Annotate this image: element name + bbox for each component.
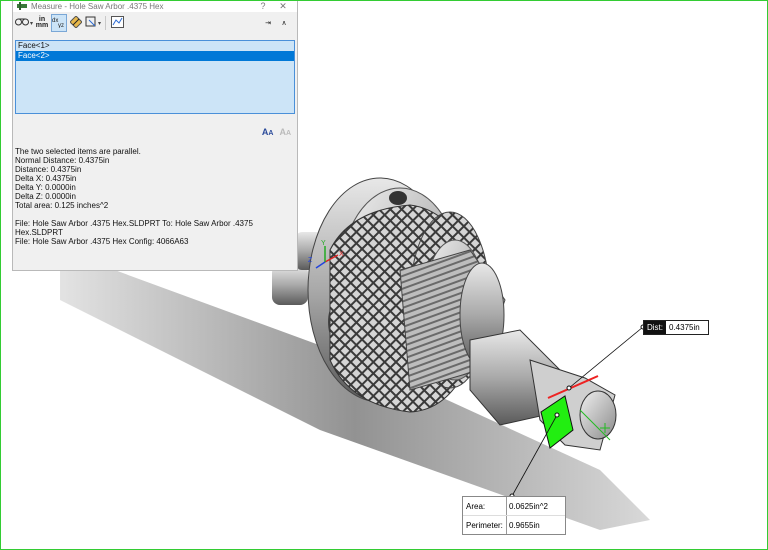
- xyz-delta-button[interactable]: dx yz: [51, 14, 68, 32]
- dist-leader: [568, 326, 644, 389]
- perimeter-value: 0.9655in: [506, 516, 565, 534]
- triad-z-label: Z: [308, 257, 313, 264]
- result-distance: Distance: 0.4375in: [15, 165, 82, 174]
- measure-toolbar: ▾ in mm dx yz ▾ ⇥ ∧: [13, 12, 297, 34]
- history-icon: [110, 16, 124, 30]
- triad-x-label: X: [339, 251, 344, 258]
- dialog-title: Measure - Hole Saw Arbor .4375 Hex: [31, 1, 164, 11]
- arc-mode-icon: [15, 18, 29, 28]
- measure-dialog: Measure - Hole Saw Arbor .4375 Hex ? ✕ ▾…: [12, 0, 298, 271]
- result-normal-distance: Normal Distance: 0.4375in: [15, 156, 110, 165]
- area-label: Area:: [466, 501, 486, 511]
- units-bottom: mm: [35, 22, 49, 29]
- dialog-titlebar[interactable]: Measure - Hole Saw Arbor .4375 Hex ? ✕: [13, 0, 297, 12]
- history-button[interactable]: [110, 15, 124, 31]
- units-button[interactable]: in mm: [35, 15, 49, 31]
- pin-button[interactable]: ⇥: [261, 15, 275, 31]
- selection-item[interactable]: Face<1>: [16, 41, 294, 51]
- font-size-controls: AA AA: [262, 127, 291, 137]
- result-file-line: File: Hole Saw Arbor .4375 Hex.SLDPRT To…: [15, 219, 253, 228]
- point-to-point-icon: [69, 15, 83, 30]
- close-button[interactable]: ✕: [273, 1, 293, 12]
- collapse-button[interactable]: ∧: [277, 15, 291, 31]
- projection-button[interactable]: ▾: [85, 15, 101, 31]
- area-value: 0.0625in^2: [506, 497, 565, 515]
- chevron-down-icon: ▾: [30, 20, 34, 27]
- chevron-down-icon: ▾: [98, 20, 102, 27]
- result-file-line: Hex.SLDPRT: [15, 228, 63, 237]
- distance-callout-value: 0.4375in: [669, 323, 700, 332]
- arc-mode-button[interactable]: ▾: [15, 15, 33, 31]
- selection-list[interactable]: Face<1> Face<2>: [15, 40, 295, 114]
- point-to-point-button[interactable]: [69, 15, 83, 31]
- distance-callout-label: Dist:: [644, 321, 666, 334]
- measure-results: The two selected items are parallel. Nor…: [15, 147, 293, 246]
- result-file-config: File: Hole Saw Arbor .4375 Hex Config: 4…: [15, 237, 189, 246]
- selection-item[interactable]: Face<2>: [16, 51, 294, 61]
- result-delta-x: Delta X: 0.4375in: [15, 174, 77, 183]
- measure-app-icon: [17, 2, 27, 10]
- triad-y-label: Y: [321, 240, 326, 247]
- area-callout[interactable]: Area: 0.0625in^2 Perimeter: 0.9655in: [462, 496, 566, 535]
- perimeter-label: Perimeter:: [466, 520, 503, 530]
- svg-text:yz: yz: [58, 23, 64, 28]
- result-parallel: The two selected items are parallel.: [15, 147, 141, 156]
- font-decrease-icon[interactable]: AA: [279, 127, 291, 137]
- collapse-icon: ∧: [281, 20, 287, 27]
- help-button[interactable]: ?: [253, 1, 273, 11]
- projection-icon: [85, 16, 97, 30]
- pin-icon: ⇥: [265, 20, 271, 27]
- perimeter-row: Perimeter: 0.9655in: [463, 515, 565, 534]
- font-increase-icon[interactable]: AA: [262, 127, 274, 137]
- distance-callout[interactable]: Dist: 0.4375in: [643, 320, 709, 335]
- result-delta-y: Delta Y: 0.0000in: [15, 183, 76, 192]
- result-total-area: Total area: 0.125 inches^2: [15, 201, 109, 210]
- area-row: Area: 0.0625in^2: [463, 497, 565, 515]
- result-delta-z: Delta Z: 0.0000in: [15, 192, 76, 201]
- toolbar-separator: [105, 16, 107, 30]
- xyz-delta-icon: dx yz: [52, 16, 66, 30]
